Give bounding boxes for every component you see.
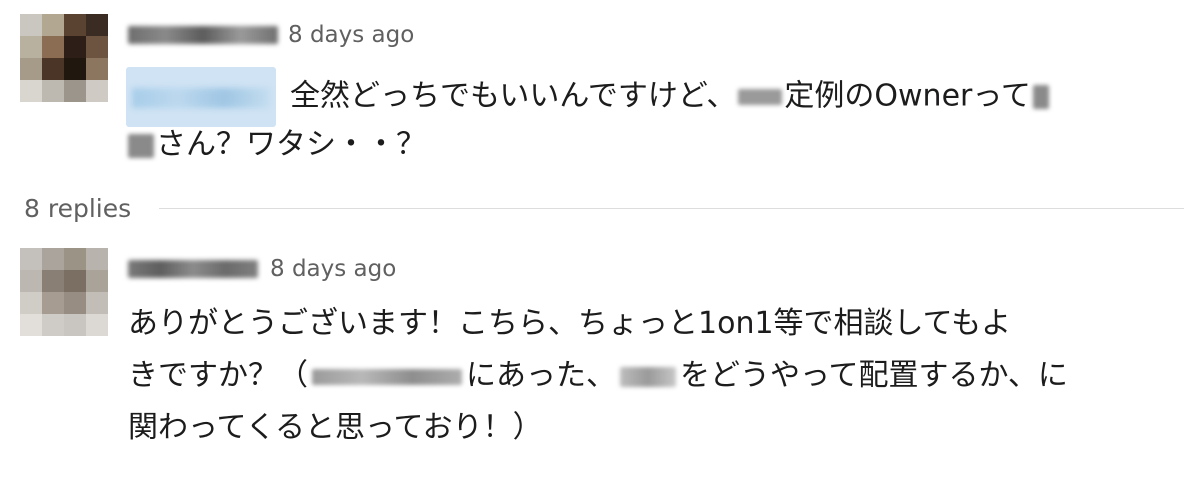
sender-name[interactable] [128,260,258,278]
avatar-pixel [42,36,64,58]
message-text-part: さん？ワタシ・・？ [156,127,426,162]
avatar[interactable] [20,248,108,336]
avatar-pixel [86,14,108,36]
message-meta: 8 days ago [128,256,396,282]
replies-count[interactable]: 8 replies [24,194,131,223]
message-meta: 8 days ago [128,22,414,48]
redacted-text [1032,85,1049,109]
redacted-text [312,368,462,385]
avatar-pixel [42,270,64,292]
divider-line [159,207,1184,209]
avatar-pixel [42,314,64,336]
avatar-pixel [20,292,42,314]
message-text-part: 定例のOwnerって [784,78,1031,114]
avatar-pixel [20,80,42,102]
message-text-line2: さん？ワタシ・・？ [128,119,426,171]
avatar-pixel [86,248,108,270]
avatar-pixel [20,14,42,36]
message-text-part: 全然どっちでもいいんですけど、 [290,78,737,114]
avatar-pixel [64,292,86,314]
avatar-pixel [64,248,86,270]
message-text-part: きですか？（ [128,358,308,393]
sender-name[interactable] [128,26,278,44]
timestamp[interactable]: 8 days ago [288,22,414,48]
message-text-part: をどうやって配置するか、に [680,358,1068,393]
avatar-pixel [86,270,108,292]
avatar-pixel [86,292,108,314]
redacted-text [738,89,783,105]
avatar-pixel [64,58,86,80]
avatar-pixel [42,292,64,314]
avatar-pixel [86,58,108,80]
thread-replies-divider: 8 replies [24,188,1184,228]
avatar-pixel [64,270,86,292]
avatar-pixel [20,270,42,292]
redacted-text [620,366,676,387]
avatar-pixel [64,14,86,36]
avatar-pixel [64,314,86,336]
avatar-pixel [64,80,86,102]
message-text: 全然どっちでもいいんですけど、 定例のOwnerって [126,67,1049,127]
message-text-line3: 関わってくると思っており！） [128,410,543,445]
avatar-pixel [20,36,42,58]
avatar-pixel [20,248,42,270]
avatar-pixel [86,80,108,102]
avatar-pixel [86,36,108,58]
message-text-part: にあった、 [466,358,616,393]
avatar-pixel [20,314,42,336]
avatar-pixel [42,14,64,36]
message-text-line2: きですか？（ にあった、 をどうやって配置するか、に [128,350,1068,402]
avatar-pixel [64,36,86,58]
avatar-pixel [42,80,64,102]
user-mention[interactable] [126,67,276,127]
timestamp[interactable]: 8 days ago [270,256,396,282]
redacted-text [128,133,154,158]
avatar-pixel [20,58,42,80]
avatar-pixel [42,248,64,270]
avatar[interactable] [20,14,108,102]
avatar-pixel [86,314,108,336]
avatar-pixel [42,58,64,80]
message-text: ありがとうございます！こちら、ちょっと1on1等で相談してもよ [128,306,1012,341]
